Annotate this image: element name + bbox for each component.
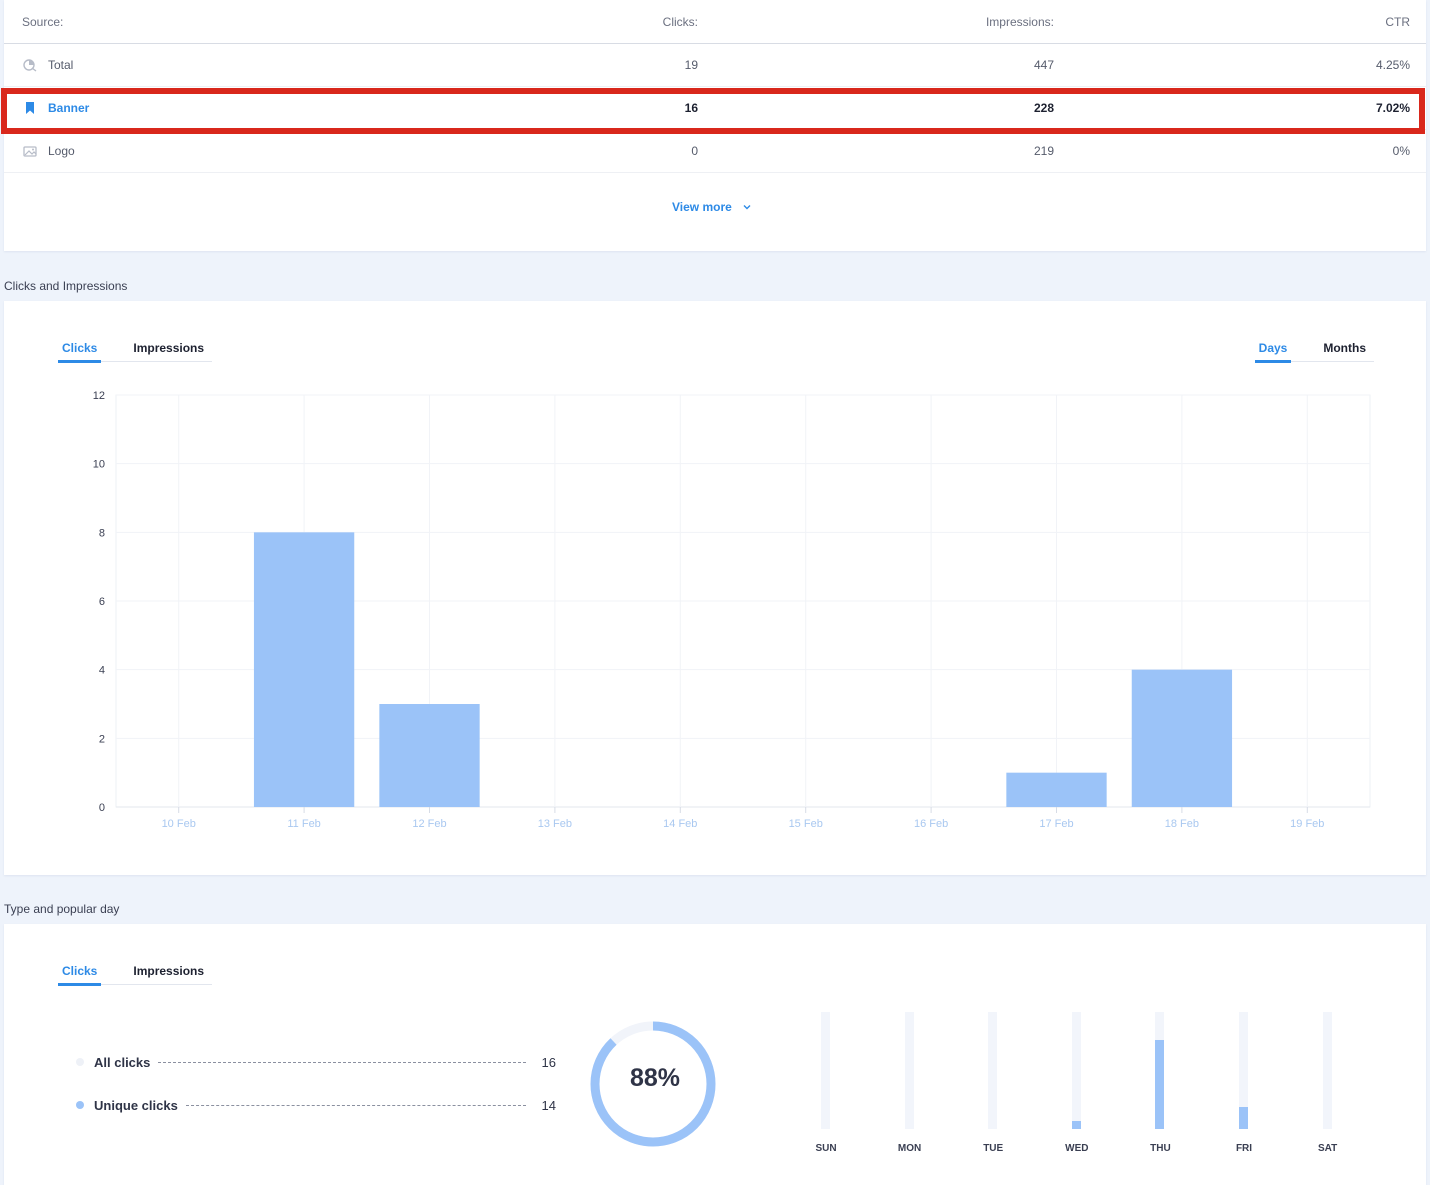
row-source-name: Banner xyxy=(48,101,90,115)
table-header: Source: Clicks: Impressions: CTR xyxy=(4,0,1426,44)
legend-all-clicks: All clicks 16 xyxy=(76,1052,556,1072)
legend-label: Unique clicks xyxy=(94,1097,178,1113)
day-bar-track xyxy=(904,1012,914,1129)
y-tick-label: 8 xyxy=(99,527,105,539)
day-bar-track xyxy=(1239,1012,1248,1129)
legend-dot xyxy=(76,1058,84,1066)
y-tick-label: 0 xyxy=(99,802,105,814)
bar xyxy=(1131,669,1233,807)
day-bar-fill xyxy=(1155,1040,1165,1129)
row-clicks: 19 xyxy=(684,58,698,72)
ring-percent-label: 88% xyxy=(629,1064,681,1092)
type-tabs: Clicks Impressions xyxy=(58,964,213,986)
row-impressions: 219 xyxy=(1033,144,1054,158)
row-impressions: 447 xyxy=(1033,58,1054,72)
bar xyxy=(253,532,355,807)
row-impressions: 228 xyxy=(1033,101,1054,115)
x-tick-label: 15 Feb xyxy=(789,818,823,830)
row-clicks: 16 xyxy=(684,101,698,115)
view-more-label: View more xyxy=(672,200,732,214)
day-label: WED xyxy=(1065,1143,1089,1154)
x-tick-label: 13 Feb xyxy=(538,818,572,830)
clicks-bar-chart: 0 2 4 6 8 10 12 10 Feb 11 Feb 12 Feb 13 Feb 14 Feb 1… xyxy=(93,390,1371,830)
x-tick-label: 12 Feb xyxy=(412,818,446,830)
legend-value: 16 xyxy=(541,1054,556,1070)
day-bar-track xyxy=(1155,1012,1165,1129)
header-ctr: CTR xyxy=(1385,14,1410,29)
legend-label: All clicks xyxy=(94,1054,151,1070)
row-source-name: Total xyxy=(48,58,74,72)
day-bar-track xyxy=(988,1012,998,1129)
image-icon xyxy=(23,146,37,157)
view-more-button[interactable]: View more xyxy=(672,200,752,214)
y-tick-label: 10 xyxy=(93,459,105,471)
type-popular-day-title: Type and popular day xyxy=(4,902,120,916)
bookmark-icon xyxy=(26,102,34,114)
day-label: TUE xyxy=(983,1143,1004,1154)
tab-type-impressions[interactable]: Impressions xyxy=(129,964,208,984)
x-tick-label: 10 Feb xyxy=(162,818,196,830)
x-tick-label: 14 Feb xyxy=(663,818,697,830)
x-tick-label: 16 Feb xyxy=(914,818,948,830)
x-tick-label: 19 Feb xyxy=(1290,818,1324,830)
source-table-card: Source: Clicks: Impressions: CTR Total 1… xyxy=(4,0,1426,251)
day-bar-track xyxy=(1322,1012,1332,1129)
day-bar-track xyxy=(1071,1012,1081,1129)
chart-pie-icon xyxy=(23,59,37,72)
row-source-name: Logo xyxy=(48,144,75,158)
legend-leader-line xyxy=(158,1061,526,1063)
x-tick-label: 17 Feb xyxy=(1039,818,1073,830)
tab-type-clicks[interactable]: Clicks xyxy=(58,964,102,986)
day-label: SUN xyxy=(815,1143,837,1154)
y-tick-label: 12 xyxy=(93,390,105,402)
bar xyxy=(1006,772,1107,807)
day-bar-fill xyxy=(1239,1106,1248,1129)
clicks-impressions-title: Clicks and Impressions xyxy=(4,279,128,293)
legend-dot xyxy=(76,1101,84,1109)
day-label: FRI xyxy=(1235,1143,1253,1154)
x-tick-label: 11 Feb xyxy=(287,818,320,830)
y-tick-label: 6 xyxy=(99,596,105,608)
chevron-down-icon xyxy=(743,205,751,210)
day-label: MON xyxy=(897,1143,922,1154)
table-row-logo[interactable]: Logo 0 219 0% xyxy=(4,130,1426,173)
type-popular-day-card: Clicks Impressions All clicks 16 Unique … xyxy=(4,924,1426,1185)
day-label: THU xyxy=(1150,1143,1171,1154)
table-row-total[interactable]: Total 19 447 4.25% xyxy=(4,44,1426,87)
row-clicks: 0 xyxy=(691,144,698,158)
bar xyxy=(379,704,480,807)
row-ctr: 4.25% xyxy=(1375,58,1410,72)
header-clicks: Clicks: xyxy=(662,14,698,29)
table-row-banner[interactable]: Banner 16 228 7.02% xyxy=(4,87,1426,130)
header-impressions: Impressions: xyxy=(985,14,1054,29)
row-ctr: 7.02% xyxy=(1375,101,1410,115)
header-source: Source: xyxy=(22,14,64,29)
row-ctr: 0% xyxy=(1392,144,1410,158)
legend-leader-line xyxy=(185,1104,526,1106)
y-tick-label: 2 xyxy=(99,733,105,745)
clicks-chart-card: Clicks Impressions Days Months 0 2 4 6 8 10 12… xyxy=(4,301,1426,875)
legend-unique-clicks: Unique clicks 14 xyxy=(76,1095,556,1115)
day-label: SAT xyxy=(1317,1143,1338,1154)
day-bar-track xyxy=(821,1012,830,1129)
legend-value: 14 xyxy=(541,1097,556,1113)
x-tick-label: 18 Feb xyxy=(1165,818,1199,830)
day-bar-fill xyxy=(1071,1120,1081,1129)
y-tick-label: 4 xyxy=(99,665,105,677)
